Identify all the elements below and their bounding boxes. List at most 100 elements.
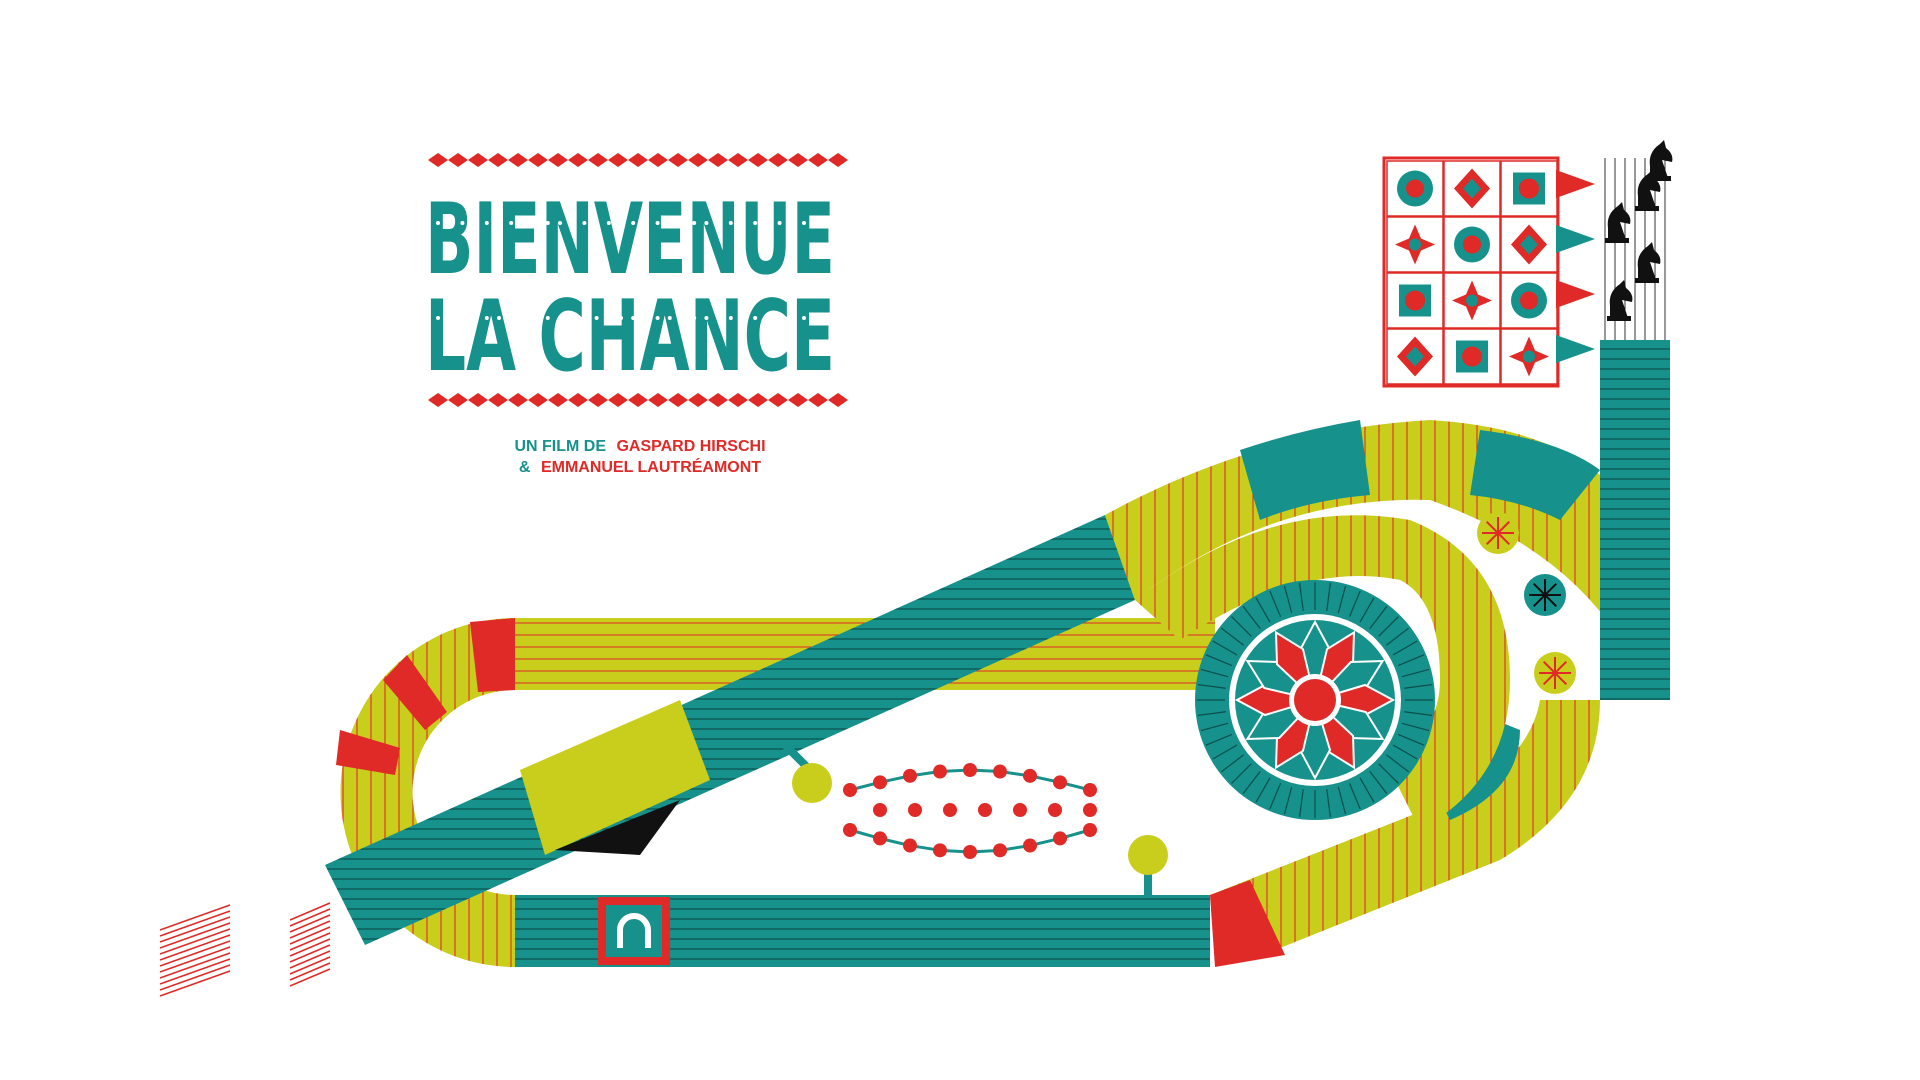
marquee-dot	[448, 316, 453, 320]
horseshoe-icon	[1443, 328, 1501, 385]
marquee-dot	[802, 316, 806, 320]
marquee-dot	[728, 316, 733, 320]
icon-grid	[1382, 156, 1560, 388]
marquee-dot	[497, 316, 501, 320]
bead	[978, 803, 992, 817]
bead	[843, 783, 857, 797]
marquee-dot	[545, 221, 550, 225]
dice-icon	[1443, 160, 1501, 217]
bead	[1013, 803, 1027, 817]
pennant-icon	[1556, 335, 1595, 363]
marquee-dot	[667, 316, 672, 320]
marquee-dot	[728, 221, 733, 225]
zigzag-diamond	[428, 393, 448, 407]
marquee-dot	[826, 316, 831, 320]
racetrack	[159, 340, 1670, 997]
bead	[1083, 803, 1097, 817]
marquee-dot	[460, 221, 465, 225]
cross-icon	[1500, 272, 1558, 329]
wheel-icon	[1386, 272, 1444, 329]
zigzag-diamond	[688, 153, 708, 167]
zigzag-diamond	[568, 393, 588, 407]
speed-lines	[159, 902, 331, 997]
zigzag-diamond	[628, 153, 648, 167]
zigzag-diamond	[768, 153, 788, 167]
zigzag-diamond	[668, 393, 688, 407]
marquee-dot	[777, 221, 782, 225]
zigzag-diamond	[748, 393, 768, 407]
bead	[903, 838, 917, 853]
track-diagonal	[325, 515, 1135, 945]
horse-head-icon	[1500, 160, 1558, 217]
marquee-dot	[802, 221, 806, 225]
pennants	[1556, 170, 1595, 363]
zigzag-diamond	[828, 153, 848, 167]
zigzag-diamond	[508, 153, 528, 167]
marquee-dot	[643, 316, 648, 320]
credit-director-2: EMMANUEL LAUTRÉAMONT	[541, 457, 761, 476]
zigzag-diamond	[608, 393, 628, 407]
bead-chain	[843, 763, 1097, 859]
shield-icon	[1386, 216, 1444, 273]
marquee-dot	[741, 221, 745, 225]
marquee-dot	[704, 316, 709, 320]
zigzag-diamond	[548, 153, 568, 167]
marquee-dot	[753, 316, 758, 320]
marquee-dot	[533, 221, 538, 225]
zigzag-diamond	[448, 393, 468, 407]
credit-prefix-2: &	[519, 459, 531, 476]
zigzag-diamond	[728, 393, 748, 407]
marquee-dot	[545, 316, 550, 320]
marquee-dot	[765, 316, 770, 320]
zigzag-diamond	[568, 153, 588, 167]
track-upper-curve-teal-1	[1240, 420, 1370, 520]
marquee-dot	[619, 221, 623, 225]
marquee-dot	[826, 221, 831, 225]
zigzag-diamond	[768, 393, 788, 407]
zigzag-top-border	[428, 153, 848, 167]
bead	[1053, 831, 1067, 846]
title-block: BIENVENUE LA CHANCE	[425, 153, 848, 407]
marquee-dot	[460, 316, 465, 320]
marquee-dot	[680, 316, 684, 320]
marquee-dot	[838, 221, 843, 225]
zigzag-diamond	[528, 393, 548, 407]
wheel	[1195, 580, 1435, 820]
bead	[908, 803, 922, 817]
bead	[963, 763, 977, 777]
zigzag-diamond	[508, 393, 528, 407]
zigzag-diamond	[648, 393, 668, 407]
marquee-dot	[582, 316, 587, 320]
marquee-dot	[655, 316, 660, 320]
marquee-dot	[631, 221, 636, 225]
sparkle-1	[1477, 512, 1519, 554]
marquee-dot	[619, 316, 623, 320]
credits: UN FILM DE GASPARD HIRSCHI & EMMANUEL LA…	[514, 438, 765, 476]
zigzag-diamond	[428, 153, 448, 167]
zigzag-diamond	[788, 153, 808, 167]
marquee-dot	[472, 316, 477, 320]
marquee-dot	[497, 221, 501, 225]
zigzag-diamond	[448, 153, 468, 167]
zigzag-diamond	[808, 393, 828, 407]
marquee-dot	[643, 221, 648, 225]
title-line-2: LA CHANCE	[425, 280, 835, 394]
marquee-dot	[509, 221, 514, 225]
zigzag-diamond	[548, 393, 568, 407]
marquee-dot	[704, 221, 709, 225]
clover-icon	[1386, 160, 1444, 217]
zigzag-diamond	[528, 153, 548, 167]
zigzag-diamond	[728, 153, 748, 167]
poster-illustration: BIENVENUE LA CHANCE UN FILM DE GASPARD H…	[159, 140, 1673, 997]
pennant-icon	[1556, 170, 1595, 198]
bead	[1048, 803, 1062, 817]
marquee-dot	[436, 221, 440, 225]
marquee-dot	[753, 221, 758, 225]
marquee-dot	[606, 221, 611, 225]
credit-line-2: & EMMANUEL LAUTRÉAMONT	[519, 457, 761, 476]
marquee-dot	[741, 316, 745, 320]
zigzag-diamond	[648, 153, 668, 167]
bead	[1083, 783, 1097, 797]
bead	[993, 764, 1007, 779]
track-left-loop-red-1	[470, 618, 515, 692]
